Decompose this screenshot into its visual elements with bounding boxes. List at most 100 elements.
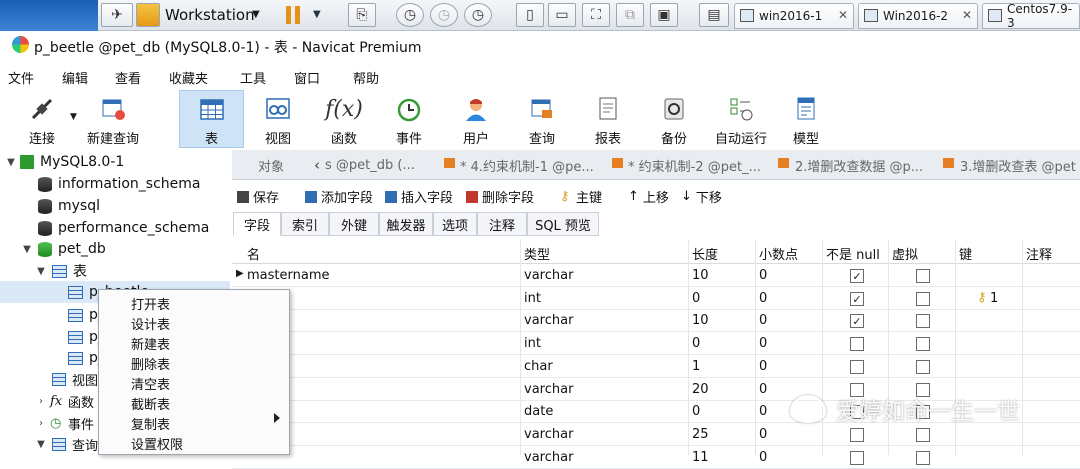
sidebar-toggle-icon[interactable]: ▯ (516, 3, 544, 27)
unity-icon[interactable]: ⧉ (616, 3, 644, 27)
move-up-button[interactable]: ↑ 上移 (628, 187, 669, 206)
not-null-checkbox[interactable]: ✓ (850, 269, 864, 283)
ctx-new-table[interactable]: 新建表 (131, 334, 170, 353)
cell-key[interactable]: 1 (990, 291, 998, 306)
tab-triggers[interactable]: 触发器 (379, 212, 433, 236)
menu-help[interactable]: 帮助 (353, 68, 379, 87)
col-header-name[interactable]: 名 (247, 244, 260, 263)
cell-length[interactable]: 10 (692, 268, 709, 283)
cell-type[interactable]: varchar (524, 382, 573, 397)
ctx-open-table[interactable]: 打开表 (131, 294, 170, 313)
collapse-icon[interactable]: ▼ (34, 439, 48, 450)
vm-tab-win2016-1[interactable]: win2016-1 ✕ (734, 3, 854, 29)
cell-type[interactable]: char (524, 359, 553, 374)
close-icon[interactable]: ✕ (838, 8, 848, 22)
snapshot-icon[interactable]: ◷ (396, 3, 424, 27)
tree-db-information-schema[interactable]: information_schema (38, 173, 201, 195)
console-view-icon[interactable]: ▣ (650, 3, 678, 27)
connect-button[interactable]: 连接 (16, 90, 68, 148)
fullscreen-icon[interactable]: ⛶ (582, 3, 610, 27)
report-button[interactable]: 报表 (580, 90, 636, 148)
not-null-checkbox[interactable]: ✓ (850, 292, 864, 306)
tree-db-mysql[interactable]: mysql (38, 195, 100, 217)
cell-type[interactable]: varchar (524, 450, 573, 465)
workstation-menu[interactable]: Workstation (165, 6, 255, 24)
virtual-checkbox[interactable] (916, 337, 930, 351)
tree-connection[interactable]: ▼ MySQL8.0-1 (4, 151, 124, 173)
expand-icon[interactable]: › (34, 396, 48, 407)
tree-db-pet-db[interactable]: ▼ pet_db (20, 238, 106, 260)
cell-length[interactable]: 10 (692, 313, 709, 328)
insert-field-button[interactable]: 插入字段 (385, 187, 453, 206)
cell-decimals[interactable]: 0 (759, 359, 767, 374)
add-field-button[interactable]: 添加字段 (305, 187, 373, 206)
tree-db-performance-schema[interactable]: performance_schema (38, 217, 209, 239)
tab-options[interactable]: 选项 (433, 212, 477, 236)
collapse-icon[interactable]: ▼ (34, 266, 48, 277)
workstation-icon[interactable] (136, 3, 160, 27)
view-button[interactable]: 视图 (250, 90, 306, 148)
cell-decimals[interactable]: 0 (759, 427, 767, 442)
ctx-set-permissions[interactable]: 设置权限 (131, 434, 183, 453)
tab-comment[interactable]: 注释 (477, 212, 527, 236)
not-null-checkbox[interactable] (850, 451, 864, 465)
backup-button[interactable]: 备份 (646, 90, 702, 148)
function-button[interactable]: f(x) 函数 (316, 90, 372, 148)
not-null-checkbox[interactable] (850, 360, 864, 374)
cell-length[interactable]: 0 (692, 336, 700, 351)
collapse-icon[interactable]: ▼ (4, 157, 18, 168)
tab-sql-preview[interactable]: SQL 预览 (527, 212, 599, 236)
home-tab-icon[interactable]: ▤ (699, 3, 729, 27)
tab-constraint-1[interactable]: * 4.约束机制-1 @pe... (460, 152, 600, 178)
vm-tab-centos[interactable]: Centos7.9-3 (982, 2, 1080, 30)
power-dropdown-icon[interactable]: ▼ (313, 9, 321, 20)
model-button[interactable]: 模型 (778, 90, 834, 148)
tab-crud-data[interactable]: 2.增删改查数据 @p... (795, 152, 931, 178)
virtual-checkbox[interactable] (916, 428, 930, 442)
query-button[interactable]: 查询 (514, 90, 570, 148)
expand-icon[interactable]: › (34, 418, 48, 429)
tab-scroll-left-icon[interactable]: ‹ (314, 152, 320, 178)
revert-snapshot-icon[interactable]: ◷ (430, 3, 458, 27)
cell-type[interactable]: date (524, 404, 553, 419)
cell-type[interactable]: varchar (524, 268, 573, 283)
collapse-icon[interactable]: ▼ (20, 244, 34, 255)
event-button[interactable]: 事件 (381, 90, 437, 148)
cell-decimals[interactable]: 0 (759, 291, 767, 306)
tree-functions-node[interactable]: › fx 函数 (34, 390, 94, 412)
tab-objects[interactable]: 对象 (258, 152, 284, 178)
cell-type[interactable]: int (524, 291, 541, 306)
cell-name[interactable]: mastername (247, 268, 329, 283)
not-null-checkbox[interactable]: ✓ (850, 314, 864, 328)
col-header-key[interactable]: 键 (959, 244, 972, 263)
save-button[interactable]: 保存 (237, 187, 279, 206)
virtual-checkbox[interactable] (916, 451, 930, 465)
menu-file[interactable]: 文件 (8, 68, 34, 87)
cell-length[interactable]: 1 (692, 359, 700, 374)
menu-tools[interactable]: 工具 (240, 68, 266, 87)
cell-type[interactable]: int (524, 336, 541, 351)
cell-decimals[interactable]: 0 (759, 404, 767, 419)
tab-foreign-keys[interactable]: 外键 (329, 212, 379, 236)
not-null-checkbox[interactable] (850, 428, 864, 442)
tab-fields[interactable]: 字段 (233, 212, 281, 236)
ctx-delete-table[interactable]: 删除表 (131, 354, 170, 373)
cell-decimals[interactable]: 0 (759, 450, 767, 465)
col-header-length[interactable]: 长度 (692, 244, 718, 263)
virtual-checkbox[interactable] (916, 292, 930, 306)
tree-tables-node[interactable]: ▼ 表 (34, 260, 87, 282)
cell-type[interactable]: varchar (524, 427, 573, 442)
move-down-button[interactable]: ↓ 下移 (681, 187, 722, 206)
delete-field-button[interactable]: 删除字段 (466, 187, 534, 206)
virtual-checkbox[interactable] (916, 360, 930, 374)
ctx-design-table[interactable]: 设计表 (131, 314, 170, 333)
cell-length[interactable]: 11 (692, 450, 709, 465)
tab-crud-table[interactable]: 3.增删改查表 @pet (960, 152, 1080, 178)
table-button[interactable]: 表 (179, 90, 244, 148)
ctx-empty-table[interactable]: 清空表 (131, 374, 170, 393)
vm-tab-win2016-2[interactable]: Win2016-2 ✕ (858, 3, 978, 29)
user-button[interactable]: 用户 (448, 90, 504, 148)
cell-length[interactable]: 20 (692, 382, 709, 397)
ctx-truncate-table[interactable]: 截断表 (131, 394, 170, 413)
cell-length[interactable]: 0 (692, 291, 700, 306)
